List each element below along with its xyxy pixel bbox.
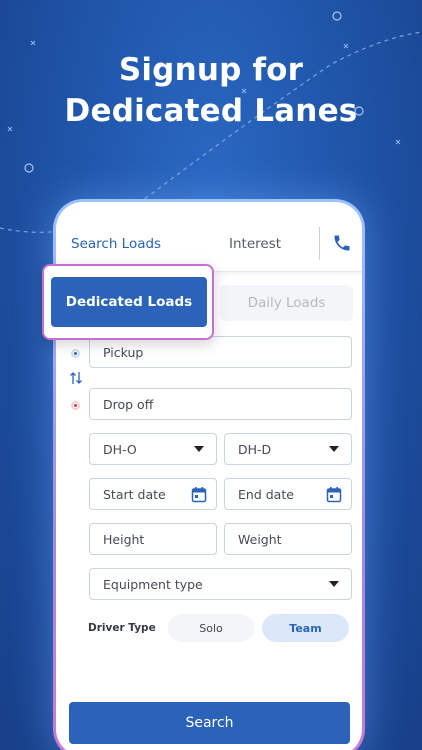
dropoff-dot-icon — [71, 401, 80, 410]
dropoff-input[interactable]: Drop off — [89, 388, 352, 420]
dh-o-select[interactable]: DH-O — [89, 433, 217, 465]
driver-type-solo-button[interactable]: Solo — [168, 614, 254, 642]
phone-icon[interactable] — [332, 233, 352, 253]
equipment-type-value: Equipment type — [103, 576, 203, 592]
headline-line-2: Dedicated Lanes — [64, 93, 358, 129]
topbar-divider — [319, 227, 320, 260]
swap-icon[interactable] — [69, 370, 83, 386]
tab-dedicated-loads[interactable]: Dedicated Loads — [51, 277, 207, 327]
equipment-type-dropdown-icon — [329, 581, 339, 587]
dh-d-dropdown-icon — [329, 446, 339, 452]
start-date-placeholder: Start date — [103, 486, 166, 502]
headline-line-1: Signup for — [118, 52, 304, 88]
end-date-field[interactable]: End date — [224, 478, 352, 510]
start-date-field[interactable]: Start date — [89, 478, 217, 510]
tab-interest[interactable]: Interest — [229, 236, 281, 252]
weight-input[interactable]: Weight — [224, 523, 352, 555]
height-input[interactable]: Height — [89, 523, 217, 555]
pickup-dot-icon — [71, 349, 80, 358]
start-date-calendar-icon[interactable] — [191, 486, 207, 503]
tab-search-loads[interactable]: Search Loads — [71, 236, 161, 252]
dh-d-value: DH-D — [238, 441, 272, 457]
end-date-calendar-icon[interactable] — [326, 486, 342, 503]
equipment-type-select[interactable]: Equipment type — [89, 568, 352, 600]
pickup-input[interactable]: Pickup — [89, 336, 352, 368]
driver-type-team-button[interactable]: Team — [262, 614, 349, 642]
end-date-placeholder: End date — [238, 486, 294, 502]
dh-o-value: DH-O — [103, 441, 137, 457]
tab-daily-loads[interactable]: Daily Loads — [220, 285, 353, 321]
dh-d-select[interactable]: DH-D — [224, 433, 352, 465]
top-bar: Search Loads Interest — [56, 202, 362, 272]
driver-type-label: Driver Type — [88, 622, 156, 634]
dh-o-dropdown-icon — [194, 446, 204, 452]
dedicated-loads-highlight: Dedicated Loads — [42, 264, 214, 340]
search-button[interactable]: Search — [69, 702, 350, 744]
headline: Signup for Dedicated Lanes — [0, 50, 422, 132]
